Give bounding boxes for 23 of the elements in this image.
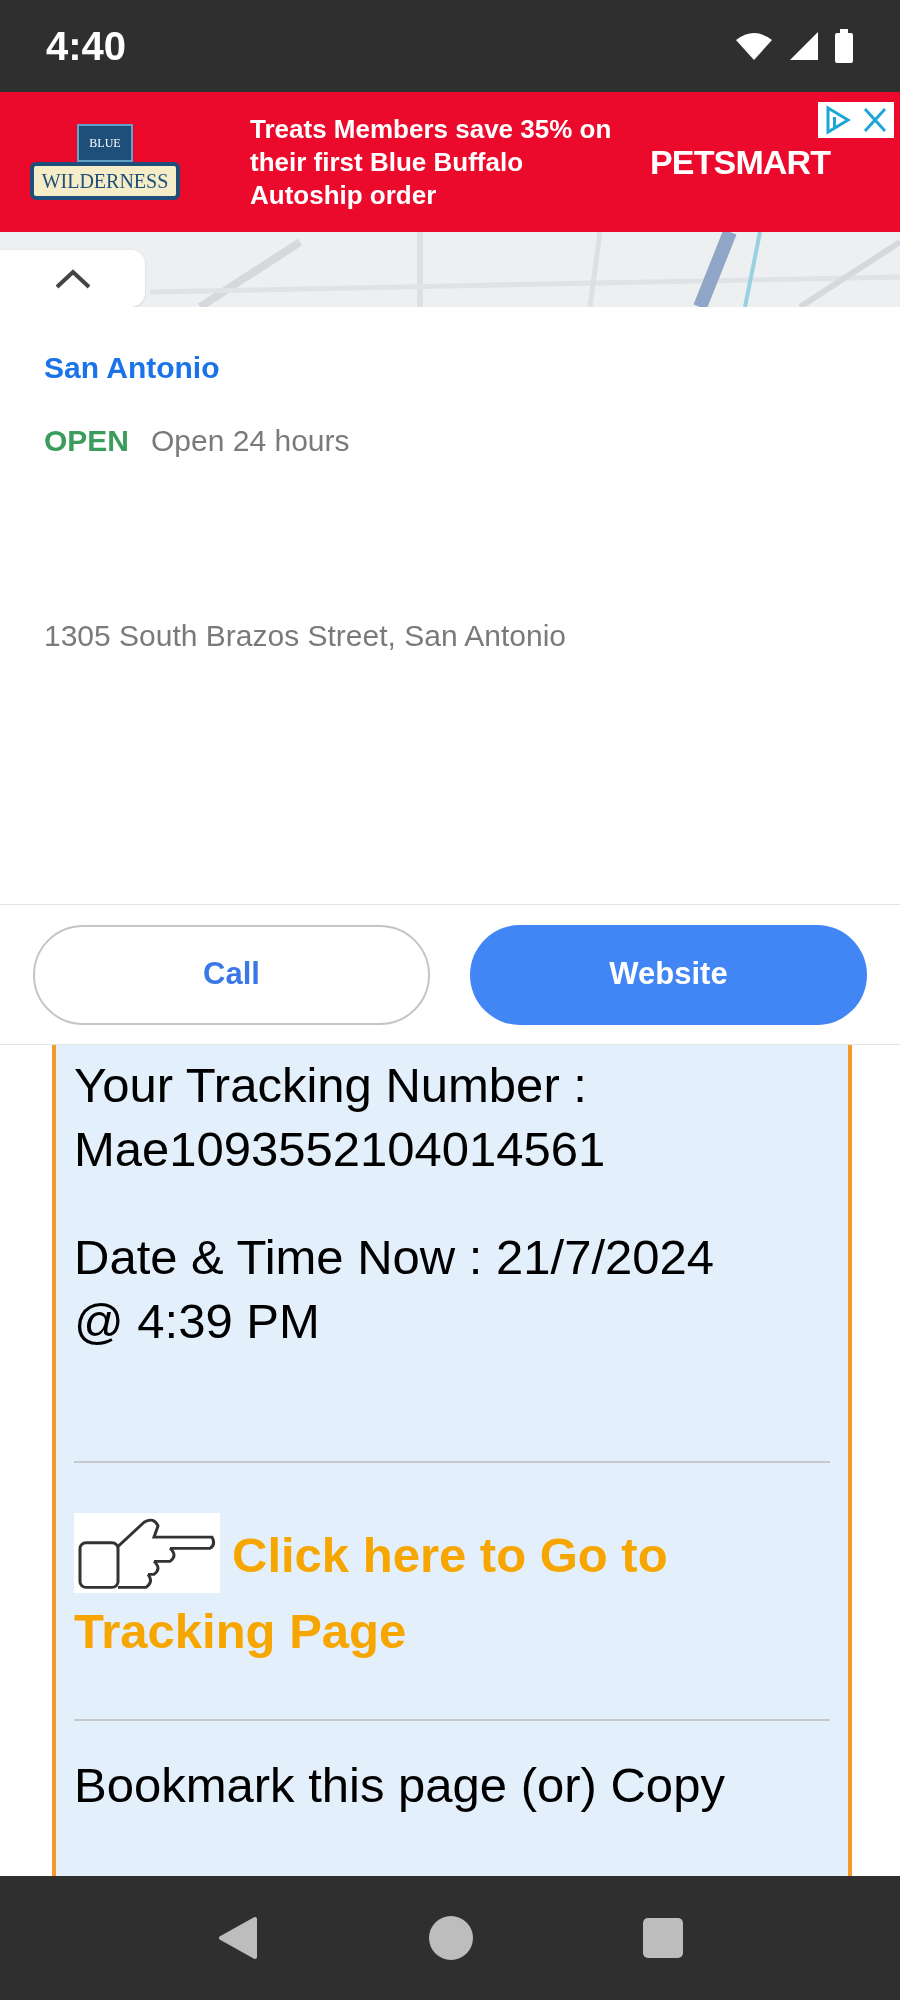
signal-icon — [788, 30, 820, 62]
collapse-tab[interactable] — [0, 250, 145, 307]
bookmark-note: Bookmark this page (or) Copy — [74, 1757, 726, 1814]
tracking-number: Your Tracking Number : Mae1093552104014561 — [74, 1057, 607, 1178]
open-status: OPEN — [44, 423, 130, 459]
back-icon[interactable] — [217, 1915, 259, 1961]
ad-text: Treats Members save 35% on their first Blue Buffalo Autoship order — [250, 112, 613, 212]
home-icon[interactable] — [429, 1916, 473, 1960]
pointing-hand-icon — [74, 1513, 220, 1593]
logo-top-text: BLUE — [77, 124, 133, 162]
brand-name: PETSMART — [650, 141, 831, 183]
ad-banner[interactable]: BLUE WILDERNESS Treats Members save 35% on their first Blue Buffalo Autoship order PETSMART — [0, 92, 900, 232]
battery-icon — [834, 29, 854, 63]
wifi-icon — [734, 30, 774, 62]
opening-hours: Open 24 hours — [151, 423, 350, 459]
chevron-up-icon — [53, 267, 92, 290]
call-button[interactable]: Call — [33, 924, 430, 1025]
status-time: 4:40 — [46, 23, 127, 70]
date-time: Date & Time Now : 21/7/2024 @ 4:39 PM — [74, 1229, 716, 1350]
place-name[interactable]: San Antonio — [44, 345, 856, 390]
address: 1305 South Brazos Street, San Antonio — [44, 618, 568, 654]
website-button[interactable]: Website — [470, 924, 867, 1025]
logo-text: WILDERNESS — [29, 162, 181, 200]
